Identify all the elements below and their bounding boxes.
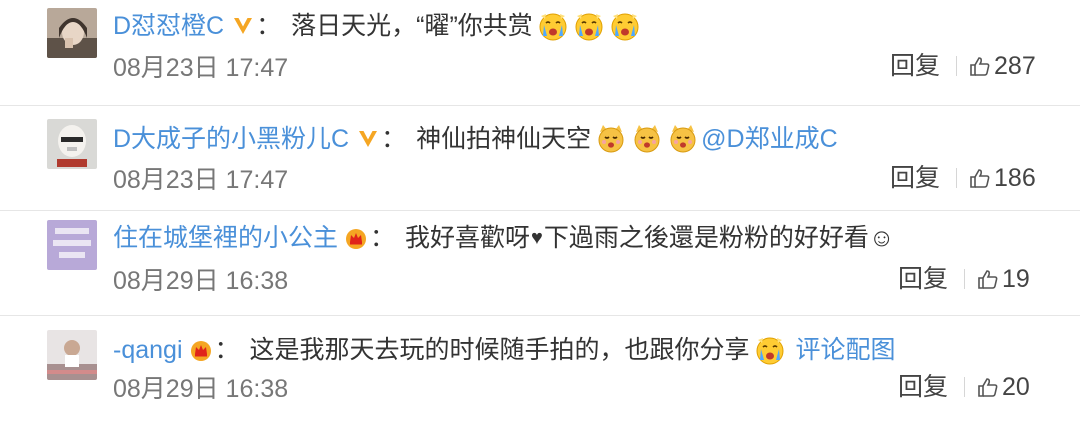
cat-face-icon (631, 123, 663, 155)
comment-text: 落日天光，“曜”你共赏 (291, 12, 533, 40)
thumbs-up-icon (977, 376, 999, 398)
heart-icon: ♥ (531, 227, 543, 249)
like-count: 186 (994, 164, 1036, 192)
colon: ： (214, 336, 240, 364)
comment-image-link[interactable]: 评论配图 (796, 335, 896, 365)
reply-button[interactable]: 回复 (890, 163, 940, 193)
comment-actions: 回复 20 (898, 372, 1030, 402)
username[interactable]: 住在城堡裡的小公主 (113, 223, 338, 253)
thumbs-up-icon (977, 268, 999, 290)
crying-face-icon (573, 10, 605, 42)
username[interactable]: D大成子的小黑粉儿C (113, 124, 349, 154)
crying-face-icon (537, 10, 569, 42)
reply-button[interactable]: 回复 (898, 372, 948, 402)
cat-face-icon (595, 123, 627, 155)
comment-text-part1: 我好喜歡呀 (405, 224, 531, 252)
crown-icon (189, 339, 213, 361)
colon: ： (381, 125, 407, 153)
comment-text-part2: 下過雨之後還是粉粉的好好看☺ (543, 224, 895, 252)
avatar[interactable] (47, 8, 97, 58)
timestamp: 08月29日 16:38 (113, 375, 289, 403)
like-button[interactable]: 20 (977, 372, 1030, 402)
comment-item-1: D怼怼橙C ： 落日天光，“曜”你共赏 08月23日 17:47 回复 287 (0, 0, 1080, 105)
thumbs-up-icon (969, 167, 991, 189)
cat-face-icon (667, 123, 699, 155)
comment-actions: 回复 186 (890, 163, 1036, 193)
comment-text: 神仙拍神仙天空 (416, 125, 592, 153)
divider (956, 56, 958, 76)
reply-button[interactable]: 回复 (898, 264, 948, 294)
divider (964, 377, 966, 397)
comment-actions: 回复 287 (890, 51, 1036, 81)
comment-list: D怼怼橙C ： 落日天光，“曜”你共赏 08月23日 17:47 回复 287 (0, 0, 1080, 425)
avatar[interactable] (47, 220, 97, 270)
comment-actions: 回复 19 (898, 264, 1030, 294)
v-icon (357, 128, 379, 150)
username[interactable]: -qangi (113, 335, 183, 365)
comment-item-3: 住在城堡裡的小公主 ： 我好喜歡呀 ♥ 下過雨之後還是粉粉的好好看☺ 08月29… (0, 211, 1080, 315)
comment-item-4: -qangi ： 这是我那天去玩的时候随手拍的，也跟你分享 评论配图 08月29… (0, 316, 1080, 425)
like-count: 20 (1002, 373, 1030, 401)
v-icon (232, 15, 254, 37)
crying-face-icon (754, 334, 786, 366)
avatar[interactable] (47, 119, 97, 169)
timestamp: 08月29日 16:38 (113, 267, 289, 295)
like-count: 19 (1002, 265, 1030, 293)
timestamp: 08月23日 17:47 (113, 166, 289, 194)
like-button[interactable]: 186 (969, 163, 1036, 193)
crown-icon (344, 227, 368, 249)
comment-item-2: D大成子的小黑粉儿C ： 神仙拍神仙天空 @D郑业成C 08月23日 17:47… (0, 106, 1080, 210)
like-count: 287 (994, 52, 1036, 80)
reply-button[interactable]: 回复 (890, 51, 940, 81)
like-button[interactable]: 19 (977, 264, 1030, 294)
crying-face-icon (609, 10, 641, 42)
divider (956, 168, 958, 188)
like-button[interactable]: 287 (969, 51, 1036, 81)
divider (964, 269, 966, 289)
mention-link[interactable]: @D郑业成C (701, 124, 838, 154)
comment-text: 这是我那天去玩的时候随手拍的，也跟你分享 (249, 336, 750, 364)
avatar[interactable] (47, 330, 97, 380)
timestamp: 08月23日 17:47 (113, 54, 289, 82)
colon: ： (370, 224, 396, 252)
colon: ： (256, 12, 282, 40)
username[interactable]: D怼怼橙C (113, 11, 224, 41)
thumbs-up-icon (969, 55, 991, 77)
